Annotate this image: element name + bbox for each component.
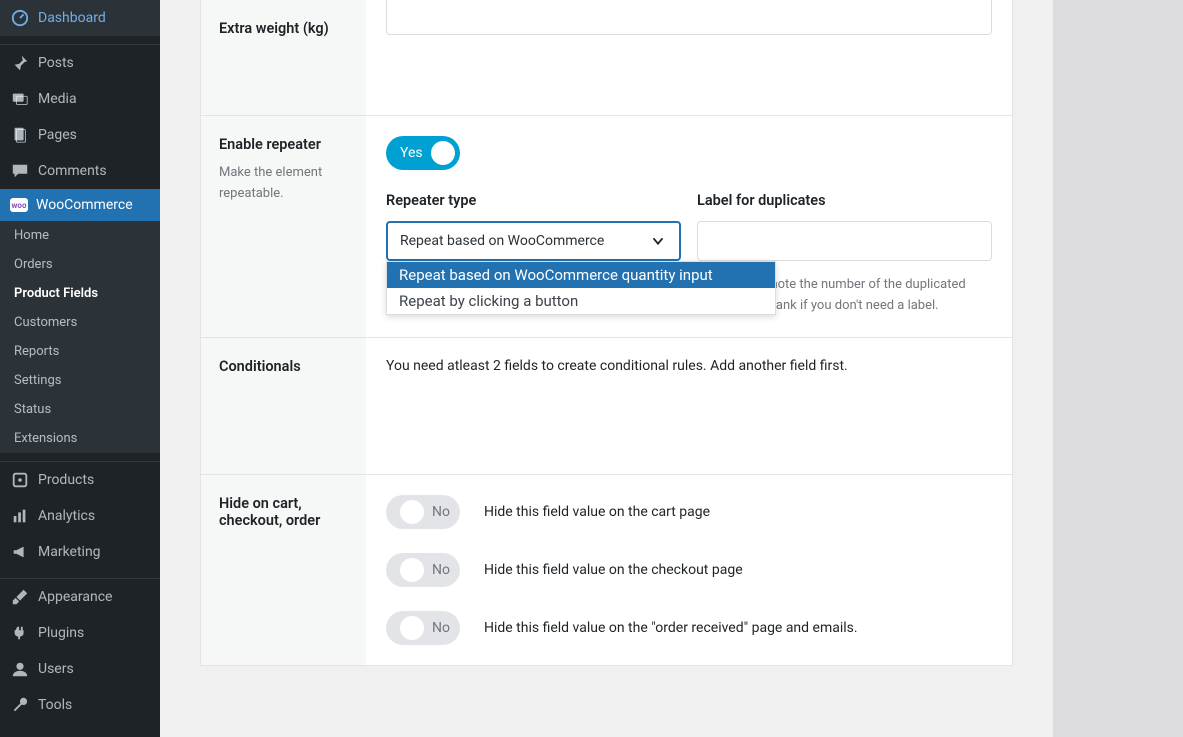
submenu-item-settings[interactable]: Settings [0,366,160,395]
hide-order-text: Hide this field value on the "order rece… [484,620,858,636]
repeater-type-dropdown: Repeat based on WooCommerce quantity inp… [386,261,776,315]
sidebar-item-label: Posts [38,55,74,71]
sidebar-item-label: Dashboard [38,10,106,26]
row-extra-weight: Extra weight (kg) [201,0,1012,115]
sidebar-item-appearance[interactable]: Appearance [0,579,160,615]
extra-weight-input[interactable] [386,0,992,35]
dropdown-option[interactable]: Repeat based on WooCommerce quantity inp… [387,262,775,288]
pin-icon [10,53,30,73]
sidebar-item-marketing[interactable]: Marketing [0,534,160,570]
settings-panel: Extra weight (kg) Enable repeater Make t… [200,0,1013,666]
woo-icon: woo [10,198,28,212]
submenu-item-reports[interactable]: Reports [0,337,160,366]
sidebar-item-posts[interactable]: Posts [0,45,160,81]
dashboard-icon [10,8,30,28]
hide-order-toggle[interactable]: No [386,611,460,645]
hide-cart-toggle[interactable]: No [386,495,460,529]
sidebar-item-woocommerce[interactable]: woo WooCommerce [0,189,160,221]
admin-sidebar: Dashboard Posts Media Pages Comments [0,0,160,737]
hide-checkout-text: Hide this field value on the checkout pa… [484,562,743,578]
sidebar-item-label: Plugins [38,625,84,641]
brush-icon [10,587,30,607]
megaphone-icon [10,542,30,562]
hide-checkout-toggle[interactable]: No [386,553,460,587]
submenu-item-home[interactable]: Home [0,221,160,250]
media-icon [10,89,30,109]
chevron-down-icon [649,232,667,250]
label-duplicates-label: Label for duplicates [697,192,992,209]
sidebar-item-label: Marketing [38,544,101,560]
extra-weight-label: Extra weight (kg) [219,20,348,37]
row-hide: Hide on cart, checkout, order No Hide th… [201,474,1012,665]
row-conditionals: Conditionals You need atleast 2 fields t… [201,337,1012,474]
repeater-type-label: Repeater type [386,192,681,209]
submenu-item-orders[interactable]: Orders [0,250,160,279]
toggle-label: Yes [400,145,423,161]
wrench-icon [10,695,30,715]
label-duplicates-input[interactable] [697,221,992,261]
row-enable-repeater: Enable repeater Make the element repeata… [201,115,1012,337]
sidebar-item-media[interactable]: Media [0,81,160,117]
sidebar-item-users[interactable]: Users [0,651,160,687]
dropdown-option[interactable]: Repeat by clicking a button [387,288,775,314]
submenu-item-status[interactable]: Status [0,395,160,424]
toggle-label: No [432,562,450,578]
comment-icon [10,161,30,181]
hide-cart-text: Hide this field value on the cart page [484,504,710,520]
submenu-item-customers[interactable]: Customers [0,308,160,337]
products-icon [10,470,30,490]
enable-repeater-label: Enable repeater [219,136,348,153]
main-content: Extra weight (kg) Enable repeater Make t… [160,0,1053,737]
sidebar-item-label: Tools [38,697,72,713]
hide-checkout-row: No Hide this field value on the checkout… [386,553,992,587]
toggle-knob [400,616,424,640]
sidebar-item-label: Comments [38,163,107,179]
sidebar-item-label: WooCommerce [36,197,133,213]
pages-icon [10,125,30,145]
sidebar-item-products[interactable]: Products [0,462,160,498]
hide-label: Hide on cart, checkout, order [219,495,348,529]
hide-cart-row: No Hide this field value on the cart pag… [386,495,992,529]
sidebar-item-label: Users [38,661,74,677]
submenu-item-extensions[interactable]: Extensions [0,424,160,453]
sidebar-item-dashboard[interactable]: Dashboard [0,0,160,36]
sidebar-item-label: Products [38,472,94,488]
sidebar-item-plugins[interactable]: Plugins [0,615,160,651]
analytics-icon [10,506,30,526]
right-gutter [1053,0,1183,737]
toggle-knob [431,141,455,165]
hide-order-row: No Hide this field value on the "order r… [386,611,992,645]
enable-repeater-desc: Make the element repeatable. [219,163,348,205]
sidebar-item-pages[interactable]: Pages [0,117,160,153]
sidebar-item-label: Appearance [38,589,112,605]
plug-icon [10,623,30,643]
enable-repeater-toggle[interactable]: Yes [386,136,460,170]
sidebar-item-analytics[interactable]: Analytics [0,498,160,534]
toggle-label: No [432,620,450,636]
sidebar-item-comments[interactable]: Comments [0,153,160,189]
sidebar-item-tools[interactable]: Tools [0,687,160,723]
toggle-label: No [432,504,450,520]
conditionals-label: Conditionals [219,358,348,375]
select-value: Repeat based on WooCommerce [400,233,604,249]
conditionals-text: You need atleast 2 fields to create cond… [386,358,992,374]
sidebar-item-label: Pages [38,127,77,143]
active-marker [160,197,168,213]
toggle-knob [400,558,424,582]
toggle-knob [400,500,424,524]
sidebar-item-label: Media [38,91,77,107]
user-icon [10,659,30,679]
repeater-type-select[interactable]: Repeat based on WooCommerce [386,221,681,261]
submenu-item-product-fields[interactable]: Product Fields [0,279,160,308]
sidebar-item-label: Analytics [38,508,95,524]
